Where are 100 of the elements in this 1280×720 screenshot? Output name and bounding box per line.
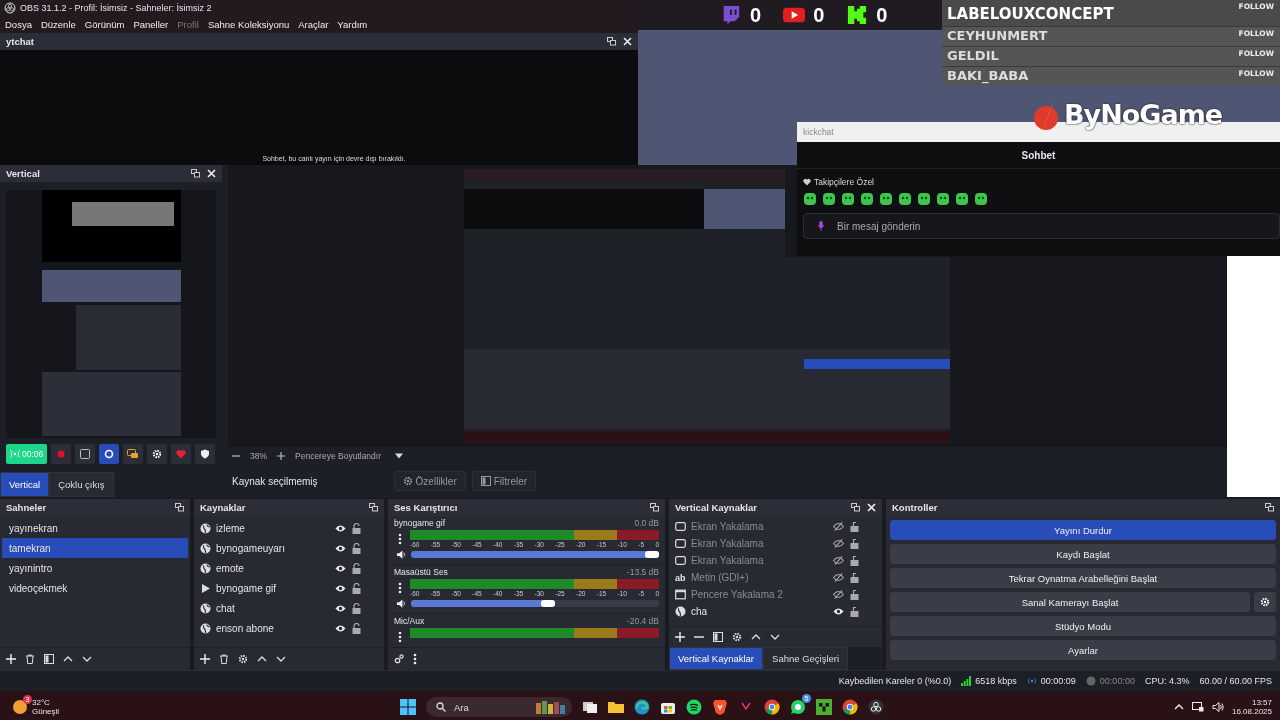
control-button[interactable]: Sanal Kamerayı Başlat — [890, 592, 1250, 612]
source-item[interactable]: Ekran Yakalama — [691, 538, 828, 549]
replay-button[interactable] — [99, 444, 120, 464]
source-item[interactable]: Pencere Yakalama 2 — [691, 589, 828, 600]
heart-button[interactable] — [171, 444, 192, 464]
float-icon[interactable] — [650, 503, 659, 512]
filter-icon[interactable] — [713, 632, 723, 642]
volume-slider[interactable] — [411, 600, 659, 607]
unlock-icon[interactable] — [849, 521, 860, 532]
gears-icon[interactable] — [394, 654, 404, 664]
source-item[interactable]: Ekran Yakalama — [691, 521, 828, 532]
settings-icon[interactable] — [238, 654, 248, 664]
obs-app-icon[interactable] — [868, 699, 884, 715]
trash-icon[interactable] — [25, 654, 35, 664]
speaker-icon[interactable] — [396, 549, 407, 560]
record-button[interactable] — [51, 444, 72, 464]
unlock-icon[interactable] — [849, 589, 860, 600]
speaker-icon[interactable] — [396, 598, 407, 609]
down-icon[interactable] — [276, 654, 286, 664]
source-item[interactable]: izleme — [216, 522, 330, 534]
source-item[interactable]: chat — [216, 602, 330, 614]
chevron-up-icon[interactable] — [1173, 702, 1184, 712]
emote-icon[interactable] — [860, 192, 874, 206]
add-icon[interactable] — [200, 654, 210, 664]
lock-icon[interactable] — [351, 622, 362, 634]
menu-item[interactable]: Paneller — [133, 18, 169, 30]
unlock-icon[interactable] — [849, 538, 860, 549]
emote-icon[interactable] — [917, 192, 931, 206]
chat-phone-icon[interactable] — [790, 699, 806, 715]
float-icon[interactable] — [369, 503, 378, 512]
source-item[interactable]: emote — [216, 562, 330, 574]
float-icon[interactable] — [1265, 503, 1274, 512]
lock-icon[interactable] — [351, 562, 362, 574]
scene-item[interactable]: yayınekran — [2, 518, 188, 538]
control-button[interactable]: Kaydı Başlat — [890, 544, 1276, 564]
menu-item[interactable]: Düzenle — [40, 18, 76, 30]
float-icon[interactable] — [607, 37, 616, 46]
down-icon[interactable] — [82, 654, 92, 664]
zoom-in-icon[interactable] — [277, 452, 285, 460]
filter-icon[interactable] — [44, 654, 54, 664]
hidden-eye-icon[interactable] — [833, 572, 844, 583]
float-icon[interactable] — [191, 169, 200, 178]
unlock-icon[interactable] — [849, 555, 860, 566]
speaker-icon[interactable] — [1211, 701, 1224, 713]
creeper-icon[interactable] — [816, 699, 832, 715]
control-button[interactable]: Tekrar Oynatma Arabelleğini Başlat — [890, 568, 1276, 588]
emote-icon[interactable] — [879, 192, 893, 206]
stop-button[interactable] — [75, 444, 96, 464]
source-item[interactable]: Ekran Yakalama — [691, 555, 828, 566]
hidden-eye-icon[interactable] — [833, 555, 844, 566]
lock-icon[interactable] — [351, 582, 362, 594]
properties-button[interactable]: Özellikler — [393, 471, 466, 491]
zoom-out-icon[interactable] — [232, 452, 240, 460]
fit-dropdown[interactable]: Pencereye Boyutlandır — [295, 451, 403, 461]
dock-tab[interactable]: Vertical — [0, 472, 50, 497]
filters-button[interactable]: Filtreler — [471, 471, 537, 491]
emote-icon[interactable] — [936, 192, 950, 206]
source-item[interactable]: Metin (GDI+) — [691, 572, 828, 583]
up-icon[interactable] — [63, 654, 73, 664]
add-icon[interactable] — [675, 632, 685, 642]
eye-icon[interactable] — [833, 606, 844, 617]
control-button[interactable]: Ayarlar — [890, 640, 1276, 660]
more-icon[interactable] — [398, 533, 402, 545]
up-icon[interactable] — [751, 632, 761, 642]
menu-item[interactable]: Dosya — [5, 18, 32, 30]
close-icon[interactable] — [623, 37, 632, 46]
folder-icon[interactable] — [608, 699, 624, 715]
menu-item[interactable]: Sahne Koleksiyonu — [207, 18, 290, 30]
network-icon[interactable] — [1191, 701, 1204, 713]
settings-icon[interactable] — [732, 632, 742, 642]
task-view-icon[interactable] — [582, 699, 598, 715]
menu-item[interactable]: Yardım — [337, 18, 368, 30]
hidden-eye-icon[interactable] — [833, 589, 844, 600]
float-icon[interactable] — [175, 503, 184, 512]
down-icon[interactable] — [770, 632, 780, 642]
hidden-eye-icon[interactable] — [833, 538, 844, 549]
message-field[interactable]: Bir mesaj gönderin — [803, 213, 1280, 239]
settings-button[interactable] — [1254, 592, 1276, 612]
shield-button[interactable] — [195, 444, 216, 464]
scene-item[interactable]: tamekran — [2, 538, 188, 558]
source-item[interactable]: cha — [691, 606, 828, 617]
menu-item[interactable]: Görünüm — [84, 18, 125, 30]
emote-icon[interactable] — [822, 192, 836, 206]
control-button[interactable]: Yayını Durdur — [890, 520, 1276, 540]
control-button[interactable]: Stüdyo Modu — [890, 616, 1276, 636]
search-field[interactable]: Ara — [426, 697, 572, 717]
emote-icon[interactable] — [955, 192, 969, 206]
settings-button[interactable] — [147, 444, 168, 464]
close-icon[interactable] — [207, 169, 216, 178]
unlock-icon[interactable] — [849, 606, 860, 617]
up-icon[interactable] — [257, 654, 267, 664]
lock-icon[interactable] — [351, 542, 362, 554]
lock-icon[interactable] — [351, 522, 362, 534]
trash-icon[interactable] — [219, 654, 229, 664]
source-item[interactable]: bynogameuyarı — [216, 542, 330, 554]
edge-browser-icon[interactable] — [634, 699, 650, 715]
volume-slider[interactable] — [411, 551, 659, 558]
close-icon[interactable] — [867, 503, 876, 512]
source-item[interactable]: bynogame gif — [216, 582, 330, 594]
emote-icon[interactable] — [974, 192, 988, 206]
